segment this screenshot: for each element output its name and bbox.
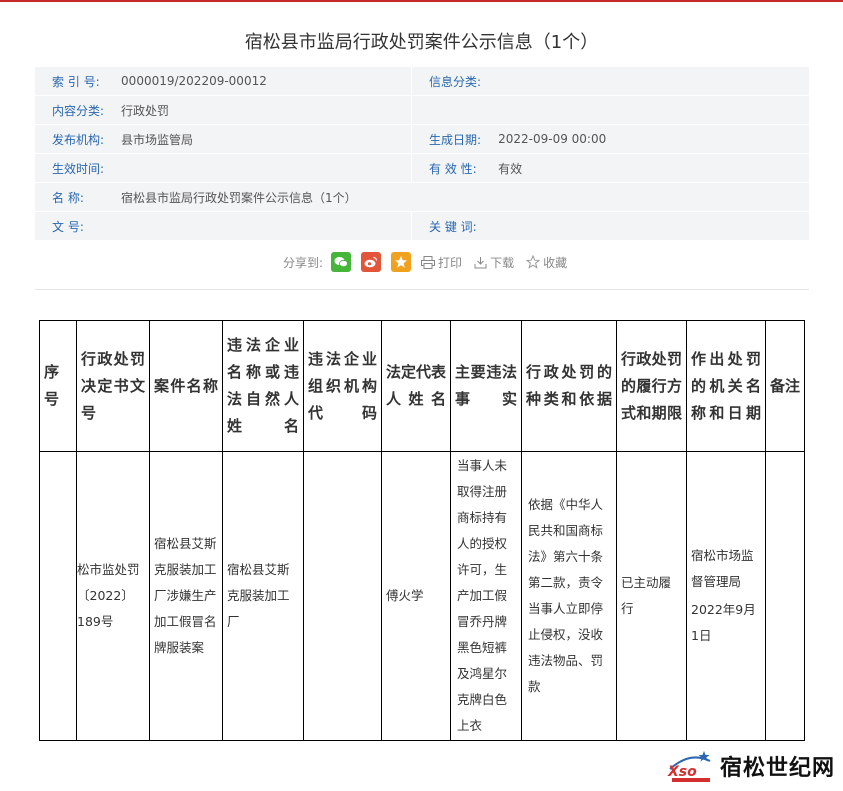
download-button[interactable]: 下载 <box>474 254 514 271</box>
share-bar: 分享到: 打印 下载 收藏 <box>283 250 579 274</box>
print-label: 打印 <box>438 255 463 270</box>
meta-value <box>481 67 809 96</box>
weibo-icon[interactable] <box>361 252 382 272</box>
site-logo-text: Xso <box>667 764 697 780</box>
penalty-table: 序号 行政处罚决定书文号 案件名称 违法企业名称或违法自然人姓名 违法企业组织机… <box>39 320 805 741</box>
meta-value: 2022-09-09 00:00 <box>481 124 809 154</box>
header-cell: 行政处罚的种类和依据 <box>521 320 617 452</box>
site-name: 宿松世纪网 <box>719 756 835 781</box>
header-cell: 主要违法事实 <box>450 320 522 452</box>
meta-value <box>104 211 413 241</box>
table-cell: 已主动履行 <box>616 451 687 741</box>
meta-value: 县市场监管局 <box>104 124 413 154</box>
header-cell: 序号 <box>39 320 77 452</box>
meta-value <box>481 211 809 241</box>
meta-key: 文 号: <box>35 211 105 241</box>
favorite-label: 收藏 <box>543 255 568 270</box>
meta-value: 有效 <box>481 153 809 183</box>
print-button[interactable]: 打印 <box>421 254 462 271</box>
header-cell: 作出处罚的机关名称和日期 <box>686 320 766 452</box>
decision-date: 2022年9月1日 <box>691 602 756 643</box>
table-cell: 依据《中华人民共和国商标法》第六十条第二款，责令当事人立即停止侵权，没收违法物品… <box>521 451 617 741</box>
site-logo-icon: Xso <box>667 751 711 782</box>
meta-key <box>411 95 482 125</box>
header-cell: 行政处罚的履行方式和期限 <box>616 320 687 452</box>
meta-value: 宿松县市监局行政处罚案件公示信息（1个） <box>104 182 809 212</box>
page-title: 宿松县市监局行政处罚案件公示信息（1个） <box>244 32 599 53</box>
table-cell <box>303 451 382 741</box>
favorite-button[interactable]: 收藏 <box>526 254 567 271</box>
qzone-icon[interactable] <box>391 252 412 272</box>
meta-key: 生效时间: <box>35 153 105 183</box>
download-label: 下载 <box>490 255 515 270</box>
authority-name: 宿松市场监督管理局 <box>691 548 754 589</box>
meta-row: 内容分类: 行政处罚 <box>35 95 809 125</box>
table-cell: 宿松县艾斯克服装加工厂涉嫌生产加工假冒名牌服装案 <box>149 451 223 741</box>
table-row: 松市监处罚〔2022〕189号 宿松县艾斯克服装加工厂涉嫌生产加工假冒名牌服装案… <box>39 451 805 741</box>
divider <box>35 289 809 290</box>
meta-value <box>104 153 413 183</box>
printer-icon <box>421 255 436 269</box>
meta-value <box>481 95 809 125</box>
table-cell: 松市监处罚〔2022〕189号 <box>76 451 150 741</box>
meta-key: 关 键 词: <box>411 211 482 241</box>
header-cell: 行政处罚决定书文号 <box>76 320 150 452</box>
meta-row: 名 称: 宿松县市监局行政处罚案件公示信息（1个） <box>35 182 809 212</box>
meta-key: 发布机构: <box>35 124 105 154</box>
meta-row: 索 引 号: 0000019/202209-00012 信息分类: <box>35 67 809 96</box>
header-cell: 违法企业名称或违法自然人姓名 <box>222 320 304 452</box>
meta-value: 行政处罚 <box>104 95 413 125</box>
meta-key: 信息分类: <box>411 67 482 96</box>
table-cell: 傅火学 <box>381 451 451 741</box>
table-cell <box>39 451 77 741</box>
meta-key: 索 引 号: <box>35 67 105 96</box>
download-icon <box>474 256 487 268</box>
header-cell: 违法企业组织机构代码 <box>303 320 382 452</box>
meta-row: 生效时间: 有 效 性: 有效 <box>35 153 809 183</box>
meta-row: 文 号: 关 键 词: <box>35 211 809 241</box>
meta-key: 内容分类: <box>35 95 105 125</box>
site-watermark: Xso 宿松世纪网 <box>666 749 835 783</box>
meta-key: 有 效 性: <box>411 153 482 183</box>
wechat-icon[interactable] <box>331 252 352 272</box>
metadata-table: 索 引 号: 0000019/202209-00012 信息分类: 内容分类: … <box>35 67 809 241</box>
meta-key: 名 称: <box>35 182 105 212</box>
share-label: 分享到: <box>283 255 324 270</box>
header-cell: 备注 <box>765 320 805 452</box>
top-accent-line <box>0 0 843 2</box>
table-header-row: 序号 行政处罚决定书文号 案件名称 违法企业名称或违法自然人姓名 违法企业组织机… <box>39 320 805 452</box>
meta-row: 发布机构: 县市场监管局 生成日期: 2022-09-09 00:00 <box>35 124 809 154</box>
meta-value: 0000019/202209-00012 <box>104 67 413 96</box>
table-cell: 宿松市场监督管理局 2022年9月1日 <box>686 451 766 741</box>
header-cell: 法定代表人姓名 <box>381 320 451 452</box>
star-icon <box>526 255 541 269</box>
table-cell <box>765 451 805 741</box>
table-cell: 宿松县艾斯克服装加工厂 <box>222 451 304 741</box>
meta-key: 生成日期: <box>411 124 482 154</box>
header-cell: 案件名称 <box>149 320 223 452</box>
table-cell: 当事人未取得注册商标持有人的授权许可，生产加工假冒乔丹牌黑色短裤及鸿星尔克牌白色… <box>450 451 522 741</box>
